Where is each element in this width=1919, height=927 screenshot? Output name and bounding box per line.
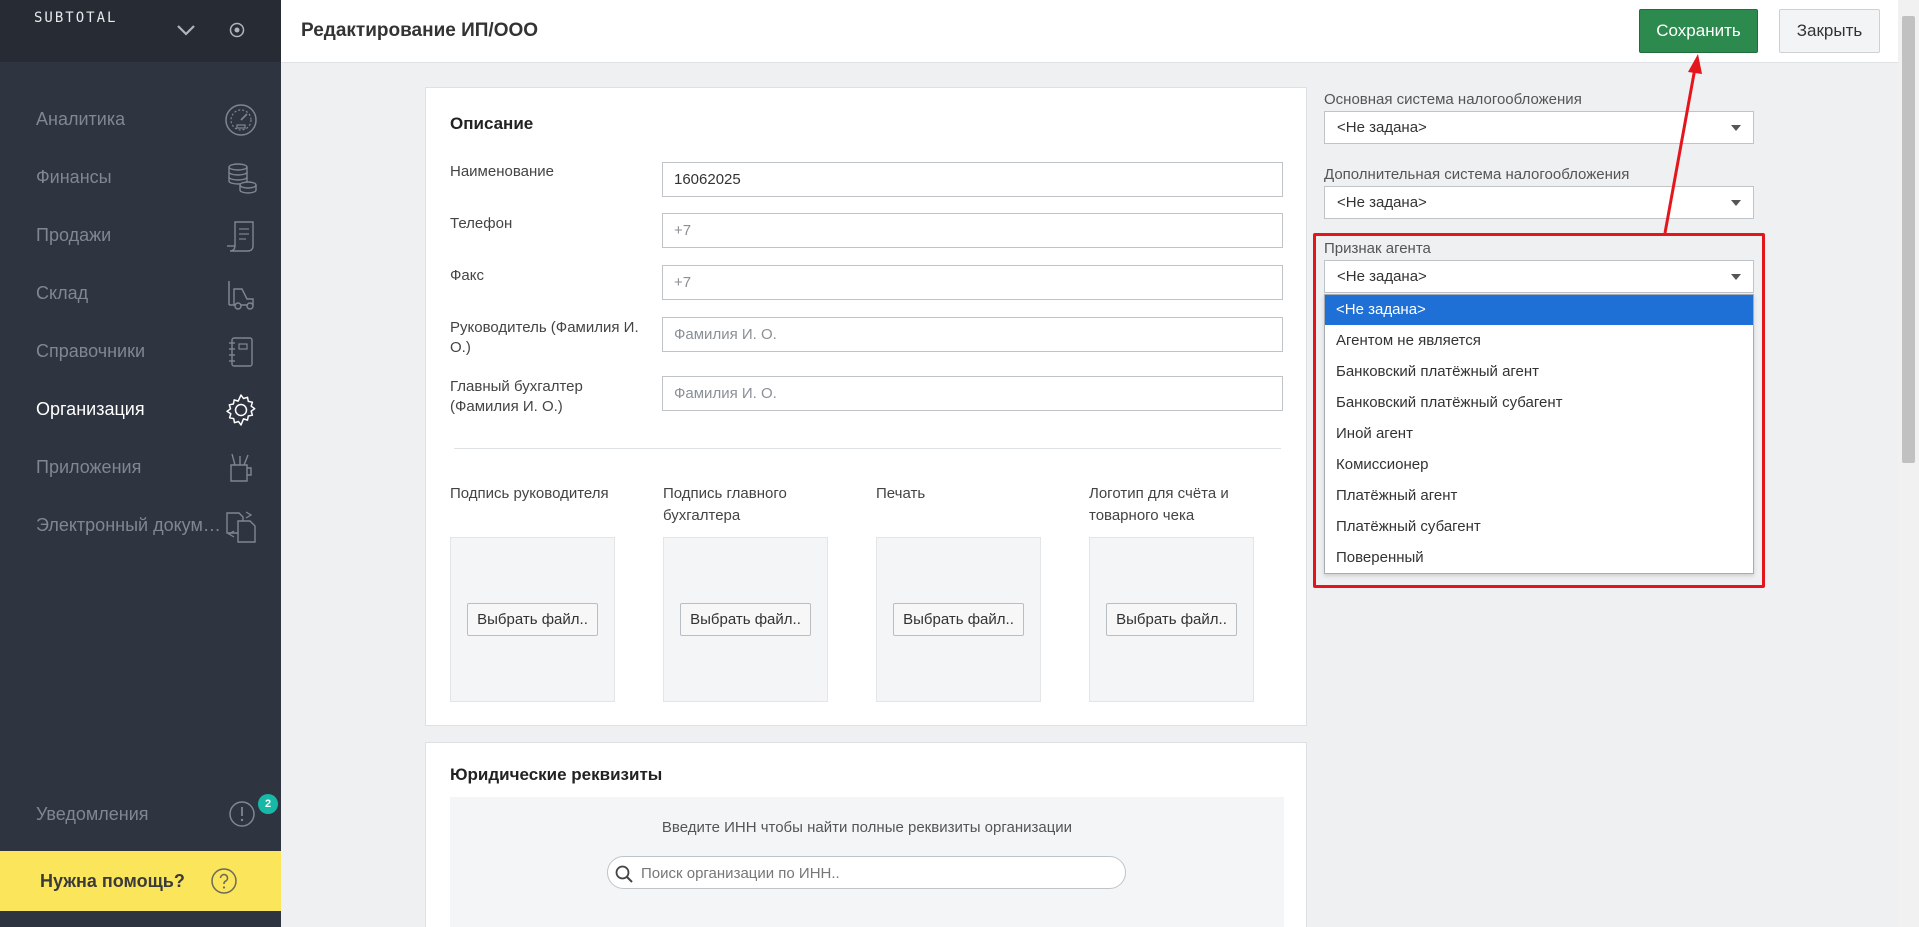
dropdown-option[interactable]: Комиссионер <box>1325 449 1753 480</box>
question-icon <box>211 868 237 894</box>
main-tax-select[interactable]: <Не задана> <box>1324 111 1754 144</box>
name-input[interactable]: 16062025 <box>662 162 1283 197</box>
sidebar-item-sales[interactable]: Продажи <box>0 206 281 264</box>
dropdown-option[interactable]: Банковский платёжный агент <box>1325 356 1753 387</box>
search-icon <box>615 865 633 883</box>
choose-file-button[interactable]: Выбрать файл.. <box>467 603 598 636</box>
choose-file-button[interactable]: Выбрать файл.. <box>1106 603 1237 636</box>
sidebar-nav: Аналитика Финансы Продажи Склад Справочн… <box>0 90 281 554</box>
sidebar-item-finance[interactable]: Финансы <box>0 148 281 206</box>
legal-title: Юридические реквизиты <box>450 765 663 784</box>
agent-value: <Не задана> <box>1337 268 1427 285</box>
app-logo: SUBTOTAL <box>34 10 118 26</box>
sidebar-item-references[interactable]: Справочники <box>0 322 281 380</box>
choose-file-button[interactable]: Выбрать файл.. <box>893 603 1024 636</box>
dropdown-option[interactable]: Платёжный субагент <box>1325 511 1753 542</box>
sidebar-header: SUBTOTAL <box>0 0 281 62</box>
director-input[interactable]: Фамилия И. О. <box>662 317 1283 352</box>
gear-icon <box>226 394 256 426</box>
upload-label: Печать <box>876 485 926 502</box>
dropdown-option[interactable]: <Не задана> <box>1325 295 1753 325</box>
sidebar-item-label: Продажи <box>36 224 112 245</box>
sidebar-item-warehouse[interactable]: Склад <box>0 264 281 322</box>
sidebar-item-label: Склад <box>36 282 89 303</box>
agent-label: Признак агента <box>1324 240 1431 257</box>
chevron-down-icon[interactable] <box>174 18 198 42</box>
fax-input[interactable]: +7 <box>662 265 1283 300</box>
inn-search-panel: Введите ИНН чтобы найти полные реквизиты… <box>450 797 1284 927</box>
caret-down-icon <box>1731 125 1741 131</box>
sidebar-item-label: Справочники <box>36 340 146 361</box>
page-header: Редактирование ИП/ООО Сохранить Закрыть <box>281 0 1898 63</box>
notebook-icon <box>229 337 253 367</box>
accountant-label: Главный бухгалтер (Фамилия И. О.) <box>450 378 583 415</box>
sidebar-item-apps[interactable]: Приложения <box>0 438 281 496</box>
help-label: Нужна помощь? <box>40 870 185 891</box>
agent-select[interactable]: <Не задана> <box>1324 260 1754 293</box>
additional-tax-value: <Не задана> <box>1337 194 1427 211</box>
sidebar-item-label: Электронный документооборот <box>36 514 226 535</box>
notifications-label: Уведомления <box>36 803 149 824</box>
section-divider <box>454 448 1281 449</box>
logo-dropzone[interactable]: Выбрать файл.. <box>1089 537 1254 702</box>
dropdown-option[interactable]: Иной агент <box>1325 418 1753 449</box>
sidebar-item-analytics[interactable]: Аналитика <box>0 90 281 148</box>
scrollbar-thumb[interactable] <box>1902 16 1915 463</box>
sidebar: SUBTOTAL Аналитика Финансы Продажи Склад… <box>0 0 281 927</box>
inn-hint: Введите ИНН чтобы найти полные реквизиты… <box>661 819 1073 836</box>
inn-search-input[interactable] <box>641 861 1111 885</box>
upload-label: Подпись руководителя <box>450 485 609 502</box>
alert-icon <box>229 801 255 827</box>
agent-dropdown-list: <Не задана> Агентом не является Банковск… <box>1324 294 1754 574</box>
sidebar-item-label: Финансы <box>36 166 112 187</box>
accountant-input[interactable]: Фамилия И. О. <box>662 376 1283 411</box>
speedometer-icon <box>225 104 257 136</box>
choose-file-button[interactable]: Выбрать файл.. <box>680 603 811 636</box>
dropdown-option[interactable]: Платёжный агент <box>1325 480 1753 511</box>
description-title: Описание <box>450 114 534 133</box>
save-button[interactable]: Сохранить <box>1639 9 1758 53</box>
main-tax-value: <Не задана> <box>1337 119 1427 136</box>
fax-label: Факс <box>450 267 484 284</box>
notification-count-badge: 2 <box>258 794 278 814</box>
description-card: Описание Наименование 16062025 Телефон +… <box>425 87 1307 726</box>
sidebar-item-label: Приложения <box>36 456 142 477</box>
name-label: Наименование <box>450 163 554 180</box>
dropdown-option[interactable]: Поверенный <box>1325 542 1753 573</box>
phone-label: Телефон <box>450 215 513 232</box>
sidebar-item-label: Аналитика <box>36 108 126 129</box>
close-button[interactable]: Закрыть <box>1779 9 1880 53</box>
dropdown-option[interactable]: Агентом не является <box>1325 325 1753 356</box>
accountant-signature-dropzone[interactable]: Выбрать файл.. <box>663 537 828 702</box>
caret-down-icon <box>1731 274 1741 280</box>
dropdown-option[interactable]: Банковский платёжный субагент <box>1325 387 1753 418</box>
legal-card: Юридические реквизиты Введите ИНН чтобы … <box>425 742 1307 927</box>
additional-tax-label: Дополнительная система налогообложения <box>1324 166 1630 183</box>
upload-label: Логотип для счёта и товарного чека <box>1089 485 1229 524</box>
documents-exchange-icon <box>226 511 256 543</box>
additional-tax-select[interactable]: <Не задана> <box>1324 186 1754 219</box>
upload-label: Подпись главного бухгалтера <box>663 485 787 524</box>
director-label: Руководитель (Фамилия И. О.) <box>450 319 639 356</box>
page-title: Редактирование ИП/ООО <box>301 20 539 41</box>
coins-icon <box>228 163 257 194</box>
help-button[interactable]: Нужна помощь? <box>0 851 281 911</box>
phone-input[interactable]: +7 <box>662 213 1283 248</box>
stamp-dropzone[interactable]: Выбрать файл.. <box>876 537 1041 702</box>
sidebar-item-organization[interactable]: Организация <box>0 380 281 438</box>
sidebar-item-notifications[interactable]: Уведомления <box>0 790 281 838</box>
caret-down-icon <box>1731 200 1741 206</box>
sidebar-item-label: Организация <box>36 398 145 419</box>
apps-cup-icon <box>230 453 252 482</box>
receipt-icon <box>227 221 254 252</box>
director-signature-dropzone[interactable]: Выбрать файл.. <box>450 537 615 702</box>
main-tax-label: Основная система налогообложения <box>1324 91 1582 108</box>
record-icon[interactable] <box>229 22 245 38</box>
sidebar-item-edo[interactable]: Электронный документооборот <box>0 496 281 554</box>
forklift-icon <box>228 281 254 310</box>
inn-search-box[interactable] <box>607 856 1126 889</box>
